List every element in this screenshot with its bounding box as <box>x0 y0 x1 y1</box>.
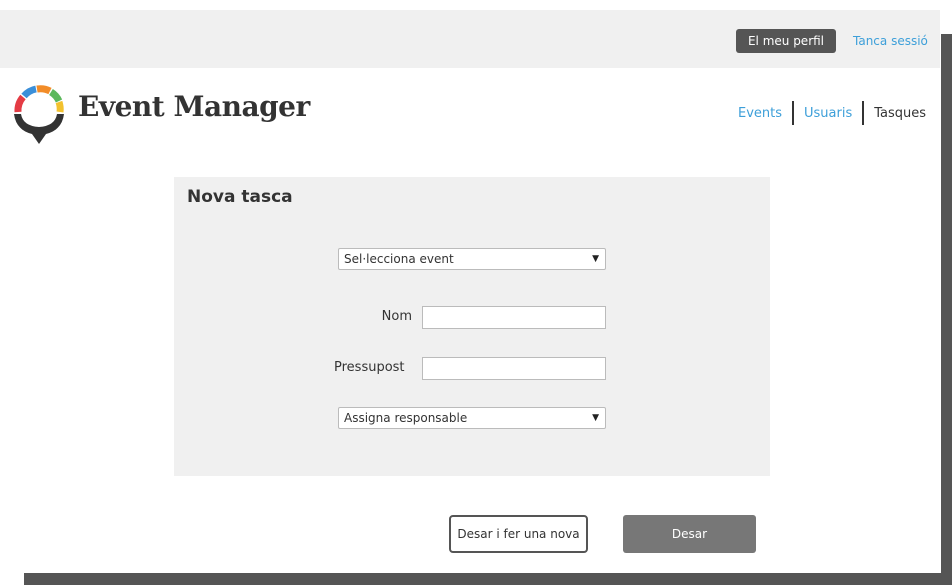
dropdown-arrow-icon: ▼ <box>592 413 599 423</box>
main-nav: Events Usuaris Tasques <box>738 101 926 125</box>
event-select-value: Sel·lecciona event <box>344 252 454 266</box>
owner-select-value: Assigna responsable <box>344 411 468 425</box>
map-pin-logo-icon[interactable] <box>10 80 68 146</box>
logout-link[interactable]: Tanca sessió <box>853 29 928 53</box>
owner-select[interactable]: Assigna responsable ▼ <box>338 407 606 429</box>
page: El meu perfil Tanca sessió Event Manager… <box>0 0 952 585</box>
brand-title[interactable]: Event Manager <box>78 90 310 123</box>
save-and-new-button[interactable]: Desar i fer una nova <box>449 515 588 553</box>
profile-button[interactable]: El meu perfil <box>736 29 836 53</box>
save-button[interactable]: Desar <box>623 515 756 553</box>
window-edge-bottom <box>24 573 941 585</box>
budget-label: Pressupost <box>334 360 405 375</box>
name-input[interactable] <box>422 306 606 329</box>
event-select[interactable]: Sel·lecciona event ▼ <box>338 248 606 270</box>
name-label: Nom <box>381 309 412 324</box>
form-title: Nova tasca <box>187 187 293 207</box>
dropdown-arrow-icon: ▼ <box>592 254 599 264</box>
nav-item-events[interactable]: Events <box>738 106 792 121</box>
new-task-form: Nova tasca Sel·lecciona event ▼ Nom Pres… <box>174 177 770 476</box>
nav-item-users[interactable]: Usuaris <box>794 106 862 121</box>
budget-input[interactable] <box>422 357 606 380</box>
window-edge-right <box>941 34 952 585</box>
nav-item-tasks[interactable]: Tasques <box>864 106 926 121</box>
